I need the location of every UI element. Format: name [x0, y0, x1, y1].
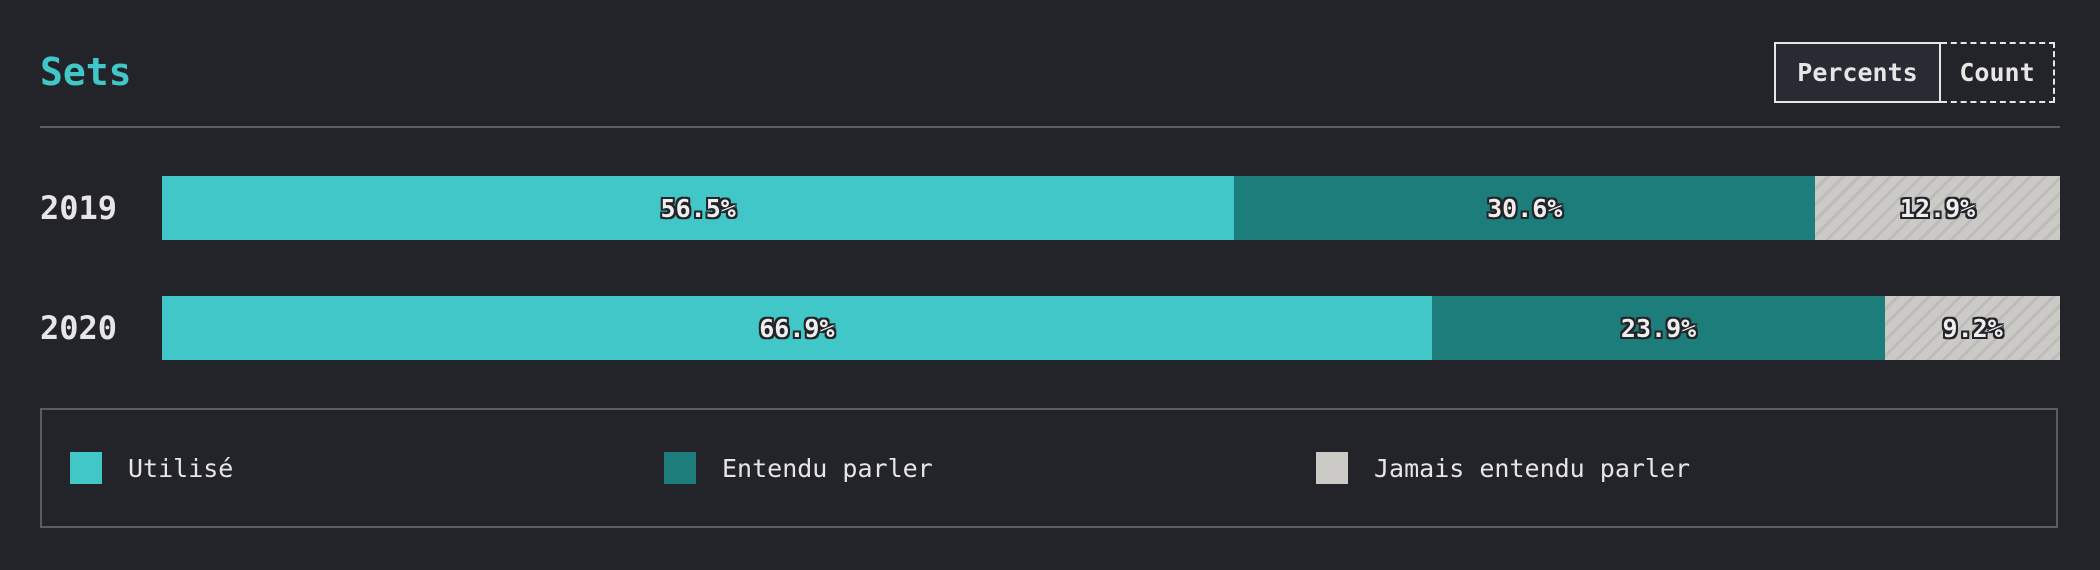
chart-title: Sets — [40, 50, 132, 94]
bar-row-2020: 2020 66.9% 23.9% 9.2% — [40, 296, 2060, 360]
legend-label: Entendu parler — [722, 453, 933, 483]
header-divider — [40, 126, 2060, 128]
stacked-bar: 56.5% 30.6% 12.9% — [162, 176, 2060, 240]
year-label: 2019 — [40, 189, 118, 227]
count-button[interactable]: Count — [1941, 42, 2055, 103]
bar-segment-utilis-: 66.9% — [162, 296, 1432, 360]
bar-row-2019: 2019 56.5% 30.6% 12.9% — [40, 176, 2060, 240]
legend-label: Utilisé — [128, 453, 234, 483]
bar-segment-entendu-parler: 30.6% — [1234, 176, 1816, 240]
legend-swatch — [70, 452, 102, 484]
legend-swatch — [1316, 452, 1348, 484]
data-label: 23.9% — [1620, 313, 1697, 343]
legend-label: Jamais entendu parler — [1374, 453, 1691, 483]
units-toggle: Percents Count — [1774, 42, 2055, 103]
data-label: 12.9% — [1899, 193, 1976, 223]
legend-item-utilise[interactable]: Utilisé — [70, 452, 233, 484]
data-label: 30.6% — [1487, 193, 1563, 223]
legend-item-entendu-parler[interactable]: Entendu parler — [664, 452, 933, 484]
data-label: 9.2% — [1942, 313, 2003, 343]
year-label: 2020 — [40, 309, 118, 347]
stacked-bar: 66.9% 23.9% 9.2% — [162, 296, 2060, 360]
bar-segment-utilis-: 56.5% — [162, 176, 1235, 240]
legend-item-jamais-entendu-parler[interactable]: Jamais entendu parler — [1316, 452, 1690, 484]
bar-segment-entendu-parler: 23.9% — [1431, 296, 1886, 360]
legend-swatch — [664, 452, 696, 484]
bar-segment-jamais-entendu-parler: 9.2% — [1885, 296, 2060, 360]
bar-segment-jamais-entendu-parler: 12.9% — [1815, 176, 2060, 240]
data-label: 56.5% — [660, 193, 736, 223]
legend: Utilisé Entendu parler Jamais entendu pa… — [40, 408, 2058, 528]
percents-button[interactable]: Percents — [1774, 42, 1941, 103]
data-label: 66.9% — [759, 313, 835, 343]
